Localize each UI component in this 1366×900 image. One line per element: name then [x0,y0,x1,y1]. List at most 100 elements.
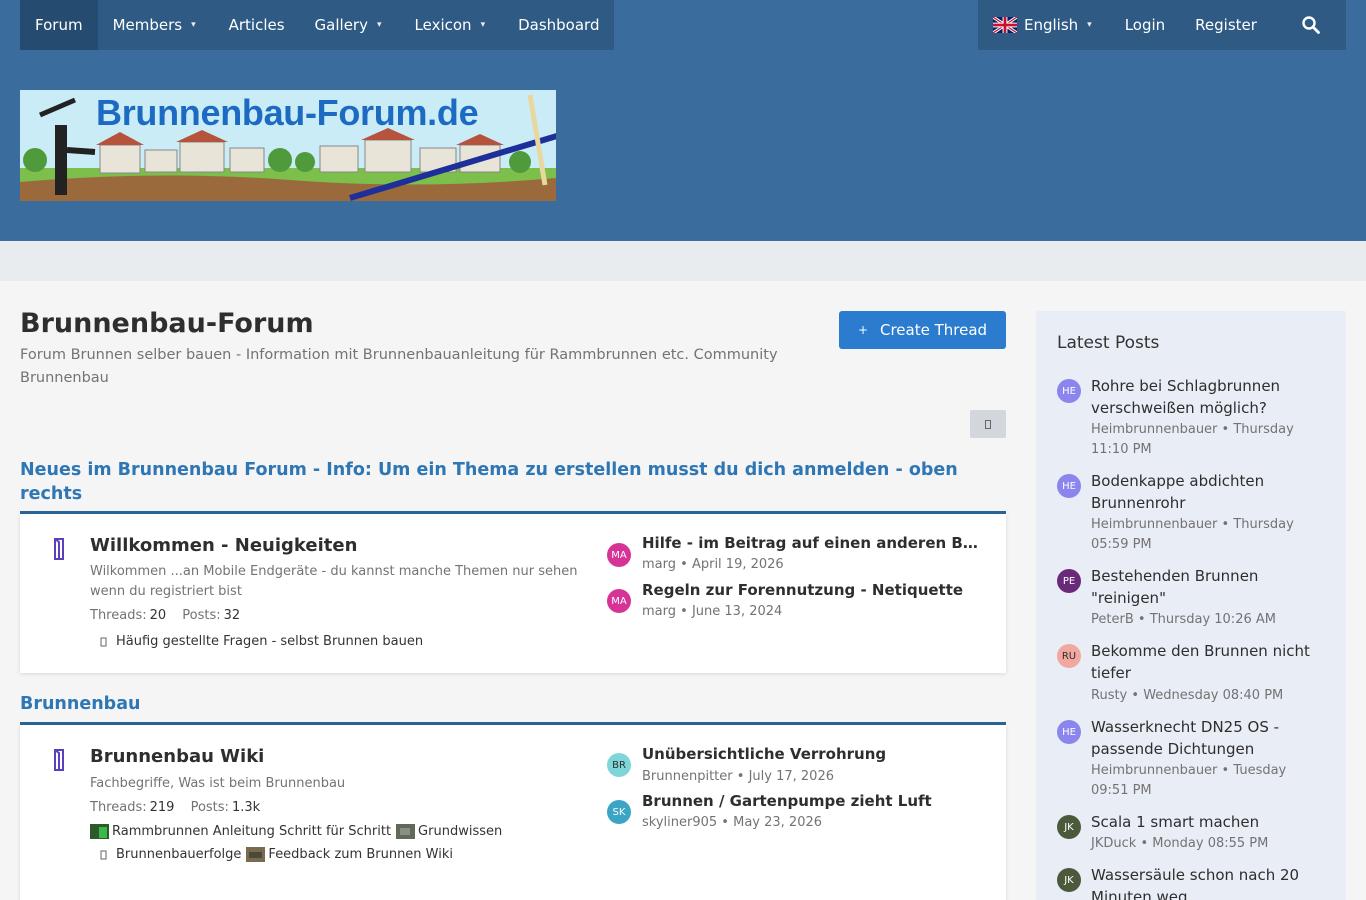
latest-post-user[interactable]: Heimbrunnenbauer [1091,517,1217,532]
board-title[interactable]: Willkommen - Neuigkeiten [90,535,357,556]
subboard-link[interactable]: Feedback zum Brunnen Wiki [246,847,453,862]
nav-gallery[interactable]: Gallery ▾ [300,0,400,50]
last-post-user[interactable]: marg [642,557,676,572]
page-title: Brunnenbau-Forum [20,308,314,339]
create-thread-label: Create Thread [880,321,988,339]
last-post-date: April 19, 2026 [691,557,784,572]
board-icon [100,637,107,646]
login-link[interactable]: Login [1110,0,1180,50]
last-post-date: July 17, 2026 [748,769,834,784]
separator: • [1221,517,1230,532]
latest-post-title[interactable]: Bestehenden Brunnen "reinigen" [1091,565,1327,609]
subboard-label: Grundwissen [418,824,503,839]
latest-post-title[interactable]: Rohre bei Schlagbrunnen verschweißen mög… [1091,375,1327,419]
avatar[interactable]: PE [1057,569,1081,593]
subboard-label: Brunnenbauerfolge [116,847,242,862]
threads-count: 219 [149,800,175,815]
nav-articles[interactable]: Articles [214,0,300,50]
separator: • [1137,612,1146,627]
nav-dashboard[interactable]: Dashboard [503,0,614,50]
last-post-user[interactable]: marg [642,604,676,619]
avatar[interactable]: HE [1057,474,1081,498]
avatar[interactable]: BR [607,753,631,777]
latest-post-meta: PeterB • Thursday 10:26 AM [1091,610,1327,630]
subboard-list: Rammbrunnen Anleitung Schritt für Schrit… [90,824,507,839]
latest-post-date: Thursday 10:26 AM [1149,612,1276,627]
category-title[interactable]: Neues im Brunnenbau Forum - Info: Um ein… [20,458,1006,506]
threads-label: Threads: [90,800,147,815]
avatar[interactable]: MA [607,543,631,567]
last-post-date: June 13, 2024 [691,604,783,619]
latest-post-meta: JKDuck • Monday 08:55 PM [1091,834,1327,854]
login-label: Login [1124,16,1166,34]
nav-forum[interactable]: Forum [20,0,98,50]
avatar[interactable]: HE [1057,379,1081,403]
avatar[interactable]: MA [607,589,631,613]
last-post-title[interactable]: Hilfe - im Beitrag auf einen anderen Bei… [642,534,980,552]
site-logo[interactable]: Brunnenbau-Forum.de [20,90,556,201]
nav-lexicon[interactable]: Lexicon ▾ [400,0,504,50]
avatar[interactable]: SK [607,800,631,824]
page-description: Forum Brunnen selber bauen - Information… [20,347,778,386]
logo-text: Brunnenbau-Forum.de [96,92,479,133]
main-menu: Forum Members ▾ Articles Gallery ▾ Lexicon… [20,0,615,50]
latest-post-user[interactable]: JKDuck [1091,836,1136,851]
collapse-icon [985,419,991,429]
latest-post-user[interactable]: Rusty [1091,688,1127,703]
nav-members[interactable]: Members ▾ [98,0,214,50]
collapse-toggle-button[interactable] [970,410,1006,438]
subboard-link[interactable]: Häufig gestellte Fragen - selbst Brunnen… [90,634,423,649]
separator: • [1140,836,1149,851]
latest-posts-sidebar: Latest Posts HE Rohre bei Schlagbrunnen … [1036,311,1346,900]
subboard-list: Brunnenbauerfolge Feedback zum Brunnen W… [90,847,458,862]
board-card: Willkommen - Neuigkeiten Wilkommen ...an… [20,514,1006,673]
latest-post-user[interactable]: PeterB [1091,612,1134,627]
latest-post-meta: Rusty • Wednesday 08:40 PM [1091,686,1327,706]
subboard-link[interactable]: Brunnenbauerfolge [90,847,241,862]
last-post-title[interactable]: Unübersichtliche Verrohrung [642,745,980,763]
plus-icon: + [857,323,868,337]
last-posts: BR Unübersichtliche Verrohrung Brunnenpi… [607,743,987,853]
latest-post-user[interactable]: Heimbrunnenbauer [1091,763,1217,778]
board-icon[interactable] [53,538,65,560]
subboard-label: Häufig gestellte Fragen - selbst Brunnen… [116,634,424,649]
subboard-link[interactable]: Rammbrunnen Anleitung Schritt für Schrit… [90,824,391,839]
latest-post-title[interactable]: Wassersäule schon nach 20 Minuten weg [1091,864,1327,900]
subboard-label: Rammbrunnen Anleitung Schritt für Schrit… [112,824,392,839]
last-post-title[interactable]: Regeln zur Forennutzung - Netiquette [642,581,980,599]
latest-post-title[interactable]: Wasserknecht DN25 OS - passende Dichtung… [1091,716,1327,760]
register-link[interactable]: Register [1180,0,1272,50]
avatar[interactable]: RU [1057,644,1081,668]
last-post-user[interactable]: Brunnenpitter [642,769,733,784]
avatar[interactable]: JK [1057,815,1081,839]
subboard-thumbnail [396,824,416,839]
latest-post-date: Monday 08:55 PM [1152,836,1269,851]
avatar-initials: RU [1061,650,1077,662]
nav-gallery-label: Gallery [314,16,368,34]
avatar[interactable]: HE [1057,720,1081,744]
category-title[interactable]: Brunnenbau [20,692,140,716]
nav-members-label: Members [112,16,183,34]
latest-post-title[interactable]: Bodenkappe abdichten Brunnenrohr [1091,470,1327,514]
board-stats: Threads: 20 Posts: 32 [90,608,252,623]
threads-count: 20 [149,608,167,623]
avatar[interactable]: JK [1057,868,1081,892]
latest-post-meta: Heimbrunnenbauer • Thursday 11:10 PM [1091,420,1327,460]
latest-post-user[interactable]: Heimbrunnenbauer [1091,422,1217,437]
page-header: Brunnenbau-Forum.de [0,50,1366,241]
subboard-link[interactable]: Grundwissen [396,824,502,839]
chevron-down-icon: ▾ [480,20,486,30]
avatar-initials: HE [1062,385,1076,397]
latest-post-title[interactable]: Bekomme den Brunnen nicht tiefer [1091,640,1327,684]
latest-post-date: Wednesday 08:40 PM [1143,688,1284,703]
last-post-title[interactable]: Brunnen / Gartenpumpe zieht Luft [642,792,980,810]
create-thread-button[interactable]: + Create Thread [839,311,1006,349]
board-icon[interactable] [53,749,65,771]
search-button[interactable] [1276,0,1346,50]
language-selector[interactable]: English ▾ [978,0,1110,50]
board-title[interactable]: Brunnenbau Wiki [90,746,264,767]
last-post-user[interactable]: skyliner905 [642,815,717,830]
language-label: English [1024,16,1079,34]
last-post-date: May 23, 2026 [733,815,823,830]
latest-post-title[interactable]: Scala 1 smart machen [1091,811,1327,833]
